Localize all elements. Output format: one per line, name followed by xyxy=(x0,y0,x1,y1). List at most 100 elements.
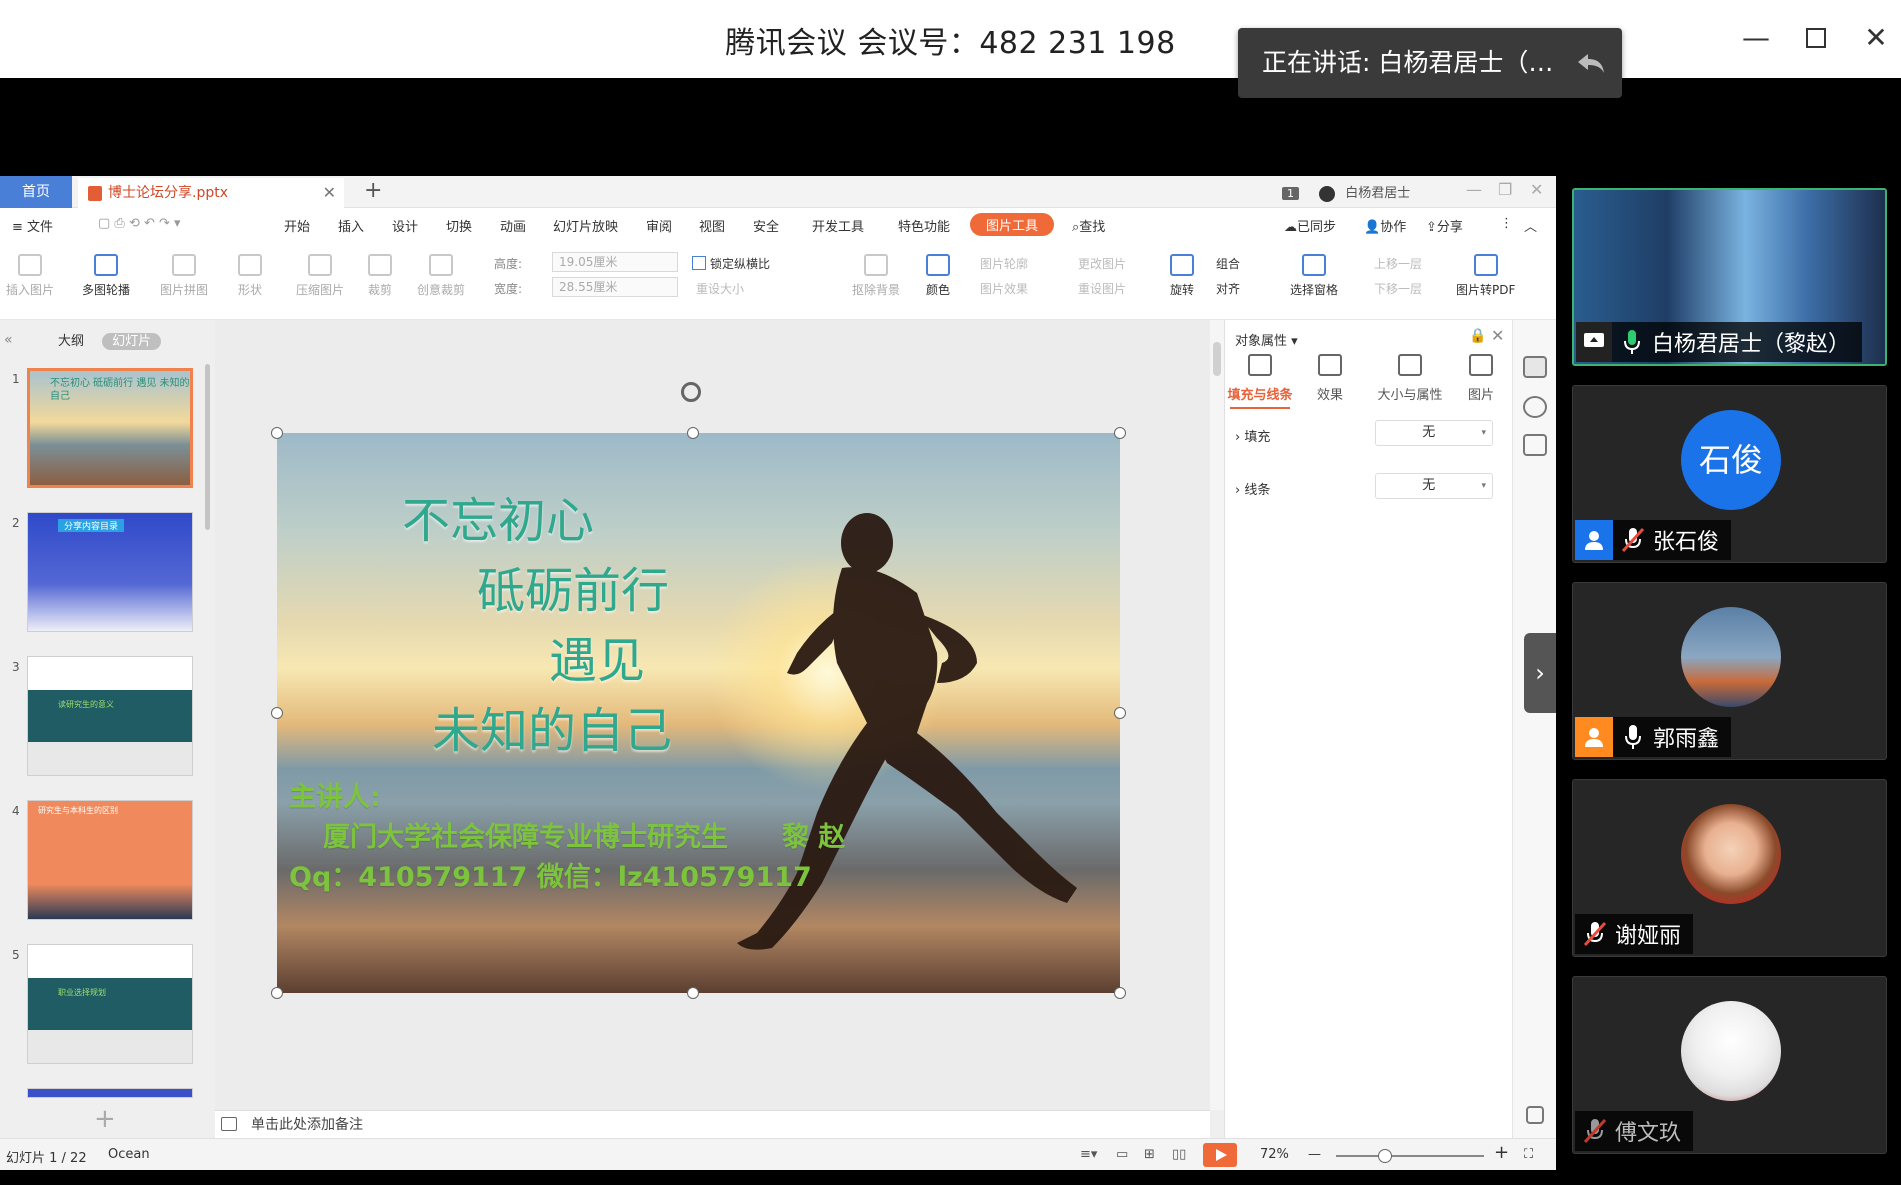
resize-handle-se[interactable] xyxy=(1114,987,1126,999)
collab-button[interactable]: 👤协作 xyxy=(1364,216,1406,235)
resize-handle-nw[interactable] xyxy=(271,427,283,439)
reset-picture-button[interactable]: 重设图片 xyxy=(1078,280,1126,297)
participant-card[interactable]: 郭雨鑫 xyxy=(1572,582,1887,760)
selection-pane-button[interactable]: 选择窗格 xyxy=(1290,254,1338,298)
close-panel-icon[interactable]: ✕ xyxy=(1491,326,1504,345)
tab-picture[interactable]: 图片 xyxy=(1451,354,1511,403)
minimize-icon[interactable]: — xyxy=(1736,18,1776,58)
change-picture-button[interactable]: 更改图片 xyxy=(1078,255,1126,272)
zoom-slider[interactable] xyxy=(1336,1155,1484,1157)
picture-effect-button[interactable]: 图片效果 xyxy=(980,280,1028,297)
menu-search[interactable]: ⌕查找 xyxy=(1072,216,1105,235)
zoom-slider-knob[interactable] xyxy=(1378,1149,1392,1163)
multi-carousel-button[interactable]: 多图轮播 xyxy=(82,254,130,298)
menu-animation[interactable]: 动画 xyxy=(500,216,526,235)
menu-transition[interactable]: 切换 xyxy=(446,216,472,235)
fit-window-icon[interactable]: ⛶ xyxy=(1524,1147,1533,1162)
align-button[interactable]: 对齐 xyxy=(1216,280,1240,297)
reading-view-icon[interactable]: ▯▯ xyxy=(1172,1147,1186,1162)
resize-handle-w[interactable] xyxy=(271,707,283,719)
picture-to-pdf-button[interactable]: 图片转PDF xyxy=(1456,254,1515,298)
compress-button[interactable]: 压缩图片 xyxy=(296,254,344,298)
slide-thumbnail-5[interactable]: 职业选择规划 xyxy=(27,944,193,1064)
rotate-handle[interactable] xyxy=(681,382,701,402)
more-icon[interactable]: ⋮ xyxy=(1500,216,1513,231)
fill-select[interactable]: 无 ▾ xyxy=(1375,420,1493,446)
height-input[interactable]: 19.05厘米 xyxy=(552,252,678,272)
slide[interactable]: 不忘初心 砥砺前行 遇见 未知的自己 主讲人: 厦门大学社会保障专业博士研究生 … xyxy=(277,433,1120,993)
close-icon[interactable]: ✕ xyxy=(1856,18,1896,58)
menu-features[interactable]: 特色功能 xyxy=(898,216,950,235)
tab-size-props[interactable]: 大小与属性 xyxy=(1365,354,1455,403)
reset-size-button[interactable]: 重设大小 xyxy=(696,280,744,297)
expand-panel-chevron-icon[interactable]: › xyxy=(1524,633,1556,713)
participant-card[interactable]: 白杨君居士（黎赵） xyxy=(1572,188,1887,366)
menu-review[interactable]: 审阅 xyxy=(646,216,672,235)
group-button[interactable]: 组合 xyxy=(1216,255,1240,272)
notes-area[interactable]: 单击此处添加备注 xyxy=(215,1110,1210,1138)
participant-card[interactable]: 谢娅丽 xyxy=(1572,779,1887,957)
resize-handle-ne[interactable] xyxy=(1114,427,1126,439)
user-area[interactable]: 1 白杨君居士 xyxy=(1282,182,1410,202)
menu-insert[interactable]: 插入 xyxy=(338,216,364,235)
tab-outline[interactable]: 大纲 xyxy=(58,334,84,349)
properties-sliders-icon[interactable] xyxy=(1523,356,1547,378)
sorter-view-icon[interactable]: ⊞ xyxy=(1144,1147,1155,1162)
shape-button[interactable]: 形状 xyxy=(238,254,262,298)
bring-forward-button[interactable]: 上移一层 xyxy=(1374,255,1422,272)
wps-close-icon[interactable]: ✕ xyxy=(1530,180,1543,199)
tab-effect[interactable]: 效果 xyxy=(1295,354,1365,403)
collapse-ribbon-icon[interactable]: ︿ xyxy=(1524,216,1537,235)
collapse-panel-icon[interactable]: « xyxy=(4,332,13,348)
close-tab-icon[interactable]: ✕ xyxy=(323,178,336,208)
tab-fill-line[interactable]: 填充与线条 xyxy=(1225,354,1295,409)
sync-status[interactable]: ☁已同步 xyxy=(1284,216,1336,235)
line-select[interactable]: 无 ▾ xyxy=(1375,473,1493,499)
slide-thumbnail-4[interactable]: 研究生与本科生的区别 xyxy=(27,800,193,920)
picture-collage-button[interactable]: 图片拼图 xyxy=(160,254,208,298)
creative-crop-button[interactable]: 创意裁剪 xyxy=(417,254,465,298)
menu-start[interactable]: 开始 xyxy=(284,216,310,235)
resize-handle-s[interactable] xyxy=(687,987,699,999)
maximize-icon[interactable] xyxy=(1796,18,1836,58)
copy-icon[interactable] xyxy=(1523,434,1547,456)
rotate-button[interactable]: 旋转 xyxy=(1170,254,1194,298)
send-backward-button[interactable]: 下移一层 xyxy=(1374,280,1422,297)
zoom-out-icon[interactable]: — xyxy=(1308,1147,1321,1162)
notes-toggle-icon[interactable]: ≡▾ xyxy=(1080,1147,1097,1162)
zoom-in-icon[interactable]: + xyxy=(1494,1142,1509,1163)
star-icon[interactable] xyxy=(1523,396,1547,418)
color-button[interactable]: 颜色 xyxy=(926,254,950,298)
tab-file[interactable]: 博士论坛分享.pptx ✕ xyxy=(78,178,344,208)
tab-home[interactable]: 首页 xyxy=(0,176,72,208)
menu-design[interactable]: 设计 xyxy=(392,216,418,235)
lock-icon[interactable]: 🔒 xyxy=(1469,328,1486,344)
participant-card[interactable]: 石俊 张石俊 xyxy=(1572,385,1887,563)
slide-thumbnail-3[interactable]: 读研究生的意义 xyxy=(27,656,193,776)
wps-minimize-icon[interactable]: — xyxy=(1466,180,1482,199)
menu-picture-tools[interactable]: 图片工具 xyxy=(970,213,1055,236)
play-slideshow-button[interactable] xyxy=(1203,1143,1237,1167)
slide-thumbnail-2[interactable]: 分享内容目录 xyxy=(27,512,193,632)
menu-security[interactable]: 安全 xyxy=(753,216,779,235)
insert-picture-button[interactable]: 插入图片 xyxy=(6,254,54,298)
resize-handle-sw[interactable] xyxy=(271,987,283,999)
slide-thumbnail-1[interactable]: 不忘初心 砥砺前行 遇见 未知的自己 xyxy=(27,368,193,488)
share-button[interactable]: ⇪分享 xyxy=(1426,216,1463,235)
menu-slideshow[interactable]: 幻灯片放映 xyxy=(553,216,618,235)
properties-title[interactable]: 对象属性 ▾ xyxy=(1235,330,1298,349)
zoom-level[interactable]: 72% xyxy=(1260,1147,1289,1162)
participant-card[interactable]: 傅文玖 xyxy=(1572,976,1887,1154)
width-input[interactable]: 28.55厘米 xyxy=(552,277,678,297)
menu-view[interactable]: 视图 xyxy=(699,216,725,235)
thumbnail-scrollbar[interactable] xyxy=(205,364,210,530)
resize-handle-n[interactable] xyxy=(687,427,699,439)
add-slide-icon[interactable]: + xyxy=(94,1104,116,1134)
resize-handle-e[interactable] xyxy=(1114,707,1126,719)
crop-button[interactable]: 裁剪 xyxy=(368,254,392,298)
lock-aspect-checkbox[interactable]: 锁定纵横比 xyxy=(692,255,770,272)
grid-icon[interactable] xyxy=(1526,1106,1544,1124)
add-tab-button[interactable]: + xyxy=(364,176,382,206)
wps-restore-icon[interactable]: ❐ xyxy=(1498,180,1512,199)
reply-arrow-icon[interactable] xyxy=(1574,46,1608,80)
